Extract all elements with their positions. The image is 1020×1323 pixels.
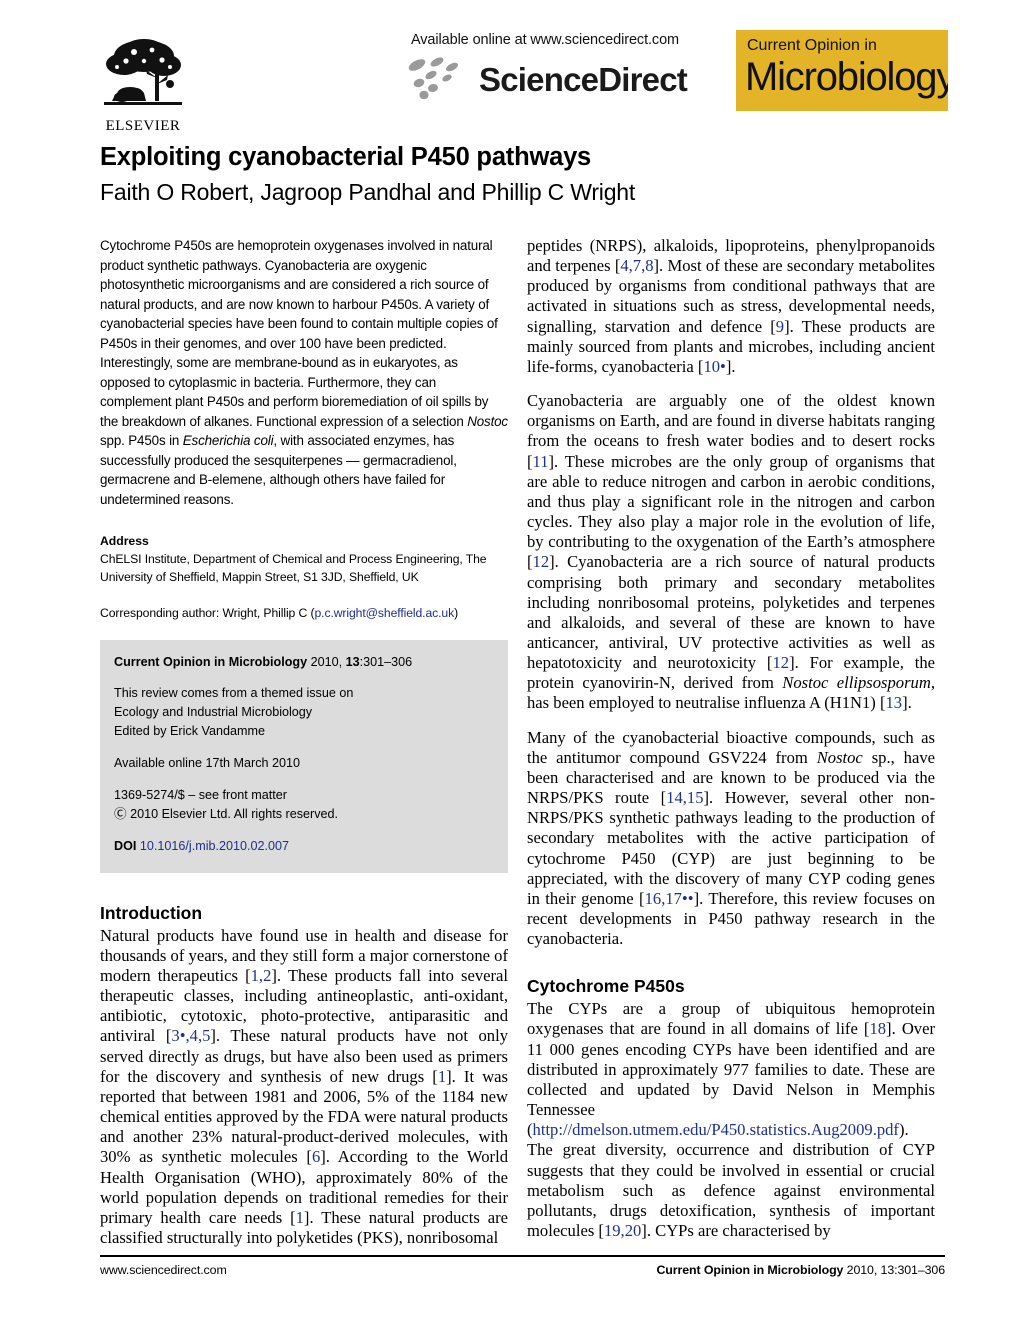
abstract-text-2: spp. P450s in (100, 433, 183, 448)
intro-ref-5[interactable]: 1 (296, 1208, 304, 1227)
corresponding-author-suffix: ) (454, 605, 459, 620)
section-heading-introduction: Introduction (100, 902, 203, 923)
themed-issue-line-2: Ecology and Industrial Microbiology (114, 705, 313, 720)
elsevier-logo: ELSEVIER (95, 26, 191, 134)
rp2-ref-3[interactable]: 12 (772, 653, 789, 672)
journal-citation-row: Current Opinion in Microbiology 2010, 13… (114, 653, 494, 672)
rp3-italic-nostoc: Nostoc (816, 747, 863, 767)
page-footer: www.sciencedirect.com Current Opinion in… (100, 1255, 945, 1277)
corresponding-author-prefix: Corresponding author: Wright, Phillip C … (100, 605, 315, 620)
intro-ref-1[interactable]: 1,2 (251, 966, 272, 985)
sciencedirect-block: Available online at www.sciencedirect.co… (345, 32, 745, 102)
rp1-ref-3[interactable]: 10• (703, 357, 725, 376)
journal-citation-name: Current Opinion in Microbiology (114, 654, 308, 669)
journal-logo: Current Opinion in Microbiology (736, 30, 948, 111)
address-heading: Address (100, 534, 149, 548)
intro-ref-4[interactable]: 6 (312, 1147, 320, 1166)
doi-row: DOI 10.1016/j.mib.2010.02.007 (114, 837, 494, 856)
rp3-ref-1[interactable]: 14,15 (666, 788, 703, 807)
footer-citation-journal: Current Opinion in Microbiology (656, 1263, 844, 1277)
section-heading-cytochrome-p450s: Cytochrome P450s (527, 976, 685, 997)
rp1-ref-2[interactable]: 9 (776, 317, 784, 336)
rp4-ref-1[interactable]: 18 (869, 1019, 886, 1038)
corresponding-author-email-link[interactable]: p.c.wright@sheffield.ac.uk (314, 606, 454, 620)
rp4-seg-4: ]. CYPs are characterised by (641, 1221, 831, 1241)
right-paragraph-2: Cyanobacteria are arguably one of the ol… (527, 391, 935, 714)
journal-logo-main-line: Microbiology (745, 55, 948, 99)
right-paragraph-3: Many of the cyanobacterial bioactive com… (527, 728, 935, 950)
footer-citation: Current Opinion in Microbiology 2010, 13… (656, 1263, 945, 1277)
rp2-seg-6: ]. (902, 693, 912, 713)
address-line-2: University of Sheffield, Mappin Street, … (100, 570, 419, 585)
journal-logo-top-line: Current Opinion in (747, 37, 877, 54)
rp2-ref-1[interactable]: 11 (533, 452, 549, 471)
abstract-paragraph: Cytochrome P450s are hemoprotein oxygena… (100, 236, 508, 509)
abstract-text-1: Cytochrome P450s are hemoprotein oxygena… (100, 238, 498, 429)
front-matter-line: 1369-5274/$ – see front matter (114, 788, 287, 802)
journal-article-page: ELSEVIER Available online at www.science… (0, 0, 1020, 1323)
corresponding-author: Corresponding author: Wright, Phillip C … (100, 605, 508, 623)
journal-citation-pages: :301–306 (359, 654, 413, 669)
themed-issue-line-1: This review comes from a themed issue on (114, 686, 354, 701)
footer-citation-details: 2010, 13:301–306 (843, 1263, 945, 1277)
p450-statistics-url-link[interactable]: http://dmelson.utmem.edu/P450.statistics… (533, 1120, 899, 1139)
right-column: peptides (NRPS), alkaloids, lipoproteins… (527, 236, 935, 1241)
footer-divider (100, 1255, 945, 1257)
title-block: Exploiting cyanobacterial P450 pathways … (100, 143, 945, 207)
right-paragraph-4: The CYPs are a group of ubiquitous hemop… (527, 999, 935, 1241)
left-column: Cytochrome P450s are hemoprotein oxygena… (100, 236, 508, 1248)
rp2-ref-2[interactable]: 12 (533, 552, 550, 571)
intro-ref-3[interactable]: 1 (438, 1067, 446, 1086)
introduction-paragraph: Natural products have found use in healt… (100, 926, 508, 1249)
right-paragraph-1: peptides (NRPS), alkaloids, lipoproteins… (527, 236, 935, 377)
rp4-ref-2[interactable]: 19,20 (604, 1221, 641, 1240)
doi-link[interactable]: 10.1016/j.mib.2010.02.007 (140, 839, 289, 853)
abstract-italic-nostoc: Nostoc (467, 413, 508, 429)
rp1-seg-4: ]. (725, 356, 736, 376)
doi-label: DOI (114, 838, 137, 853)
available-online-date: Available online 17th March 2010 (114, 756, 301, 771)
sciencedirect-swoosh-icon (408, 57, 459, 100)
footer-website[interactable]: www.sciencedirect.com (100, 1263, 227, 1277)
sciencedirect-wordmark: ScienceDirect (479, 60, 688, 98)
article-title: Exploiting cyanobacterial P450 pathways (100, 143, 592, 171)
rp1-ref-1[interactable]: 4,7,8 (620, 256, 653, 275)
address-line-1: ChELSI Institute, Department of Chemical… (100, 551, 487, 566)
article-authors: Faith O Robert, Jagroop Pandhal and Phil… (100, 179, 636, 206)
elsevier-wordmark: ELSEVIER (105, 118, 181, 134)
abstract-italic-ecoli: Escherichia coli (182, 433, 274, 448)
elsevier-tree-icon (104, 39, 182, 105)
rp2-ref-4[interactable]: 13 (886, 693, 903, 712)
copyright-line: Ⓒ 2010 Elsevier Ltd. All rights reserved… (114, 806, 338, 821)
intro-ref-2[interactable]: 3•,4,5 (171, 1026, 210, 1045)
journal-citation-volume: 13 (345, 654, 360, 669)
available-online-text: Available online at www.sciencedirect.co… (410, 32, 680, 48)
journal-info-box: Current Opinion in Microbiology 2010, 13… (100, 639, 508, 873)
rp2-italic-nostoc-ellipsosporum: Nostoc ellipsosporum (782, 673, 931, 693)
masthead: ELSEVIER Available online at www.science… (95, 22, 950, 134)
themed-issue-editor: Edited by Erick Vandamme (114, 724, 265, 739)
rp3-ref-2[interactable]: 16,17•• (645, 889, 694, 908)
journal-citation-year: 2010, (307, 654, 346, 669)
